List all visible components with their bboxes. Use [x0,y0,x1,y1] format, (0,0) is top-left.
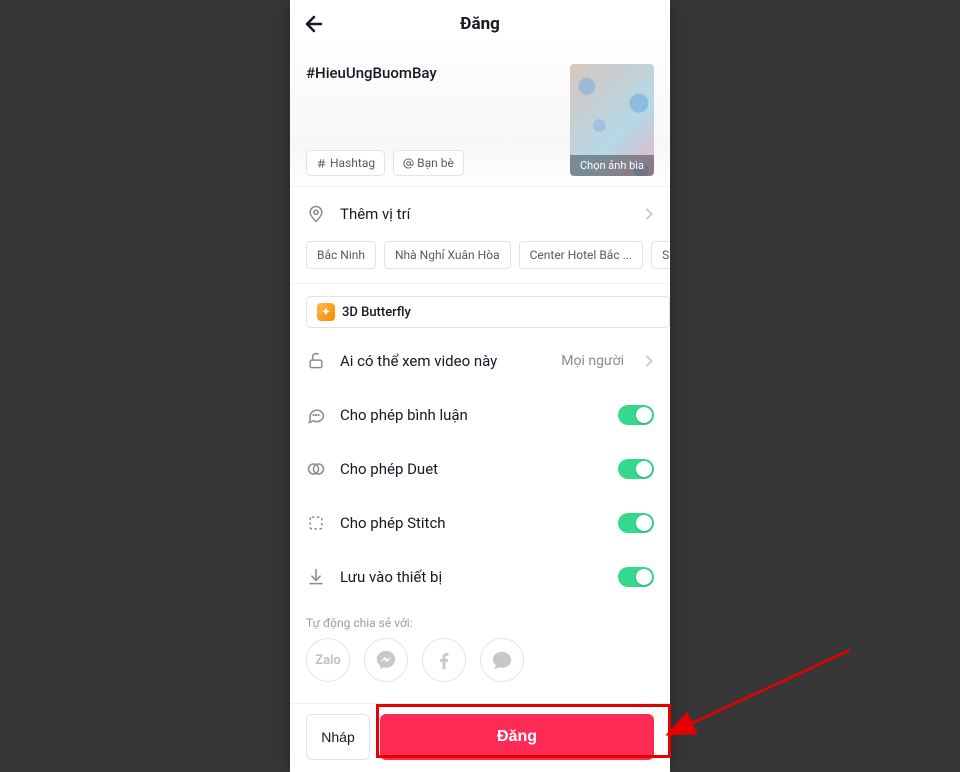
location-icon [306,204,326,224]
post-screen: Đăng #HieuUngBuomBay Hashtag Bạn bè [290,0,670,772]
allow-comments-toggle[interactable] [618,405,654,425]
chevron-right-icon [644,354,654,368]
page-title: Đăng [460,14,500,34]
effect-name: 3D Butterfly [342,305,411,320]
save-device-label: Lưu vào thiết bị [340,568,604,586]
allow-duet-row: Cho phép Duet [306,442,654,496]
allow-duet-label: Cho phép Duet [340,460,604,478]
bottom-bar: Nháp Đăng [290,703,670,772]
chevron-right-icon [644,207,654,221]
caption-input[interactable]: #HieuUngBuomBay [306,64,558,150]
share-zalo-button[interactable]: Zalo [306,638,350,682]
allow-stitch-label: Cho phép Stitch [340,514,604,532]
share-targets: Zalo [290,638,670,698]
share-facebook-button[interactable] [422,638,466,682]
caption-area: #HieuUngBuomBay Hashtag Bạn bè [290,48,670,187]
stitch-icon [306,513,326,533]
save-device-row: Lưu vào thiết bị [306,550,654,604]
effect-icon: ✦ [317,303,335,321]
facebook-icon [433,649,455,671]
header: Đăng [290,0,670,48]
location-chip[interactable]: Center Hotel Bắc ... [519,241,643,269]
hash-icon [316,158,327,169]
at-icon [403,158,414,169]
allow-comments-label: Cho phép bình luận [340,406,604,424]
location-chip[interactable]: Bắc Ninh [306,241,376,269]
download-icon [306,567,326,587]
comment-icon [306,405,326,425]
post-button[interactable]: Đăng [380,714,654,760]
add-location-row[interactable]: Thêm vị trí [306,187,654,241]
messenger-icon [375,649,397,671]
location-suggestions: Bắc Ninh Nhà Nghỉ Xuân Hòa Center Hotel … [306,241,670,283]
mention-chip-label: Bạn bè [417,156,454,170]
chat-icon [491,649,513,671]
effect-pill[interactable]: ✦ 3D Butterfly [306,296,670,328]
auto-share-label: Tự động chia sẻ với: [290,604,670,638]
share-messenger-button[interactable] [364,638,408,682]
lock-open-icon [306,351,326,371]
allow-stitch-toggle[interactable] [618,513,654,533]
cover-thumbnail[interactable]: Chọn ảnh bìa [570,64,654,176]
duet-icon [306,459,326,479]
save-device-toggle[interactable] [618,567,654,587]
mention-chip[interactable]: Bạn bè [393,150,464,176]
allow-comments-row: Cho phép bình luận [306,388,654,442]
hashtag-chip[interactable]: Hashtag [306,150,385,176]
privacy-label: Ai có thể xem video này [340,352,547,370]
cover-select-label: Chọn ảnh bìa [570,155,654,176]
add-location-label: Thêm vị trí [340,205,630,223]
privacy-value: Mọi người [561,353,624,369]
draft-button[interactable]: Nháp [306,714,370,760]
arrow-left-icon [302,12,326,36]
back-button[interactable] [302,12,326,36]
share-zalo-label: Zalo [315,653,341,668]
hashtag-chip-label: Hashtag [330,156,375,170]
share-other-button[interactable] [480,638,524,682]
allow-stitch-row: Cho phép Stitch [306,496,654,550]
location-chip[interactable]: SUN [651,241,670,269]
allow-duet-toggle[interactable] [618,459,654,479]
privacy-row[interactable]: Ai có thể xem video này Mọi người [306,334,654,388]
location-chip[interactable]: Nhà Nghỉ Xuân Hòa [384,241,511,269]
